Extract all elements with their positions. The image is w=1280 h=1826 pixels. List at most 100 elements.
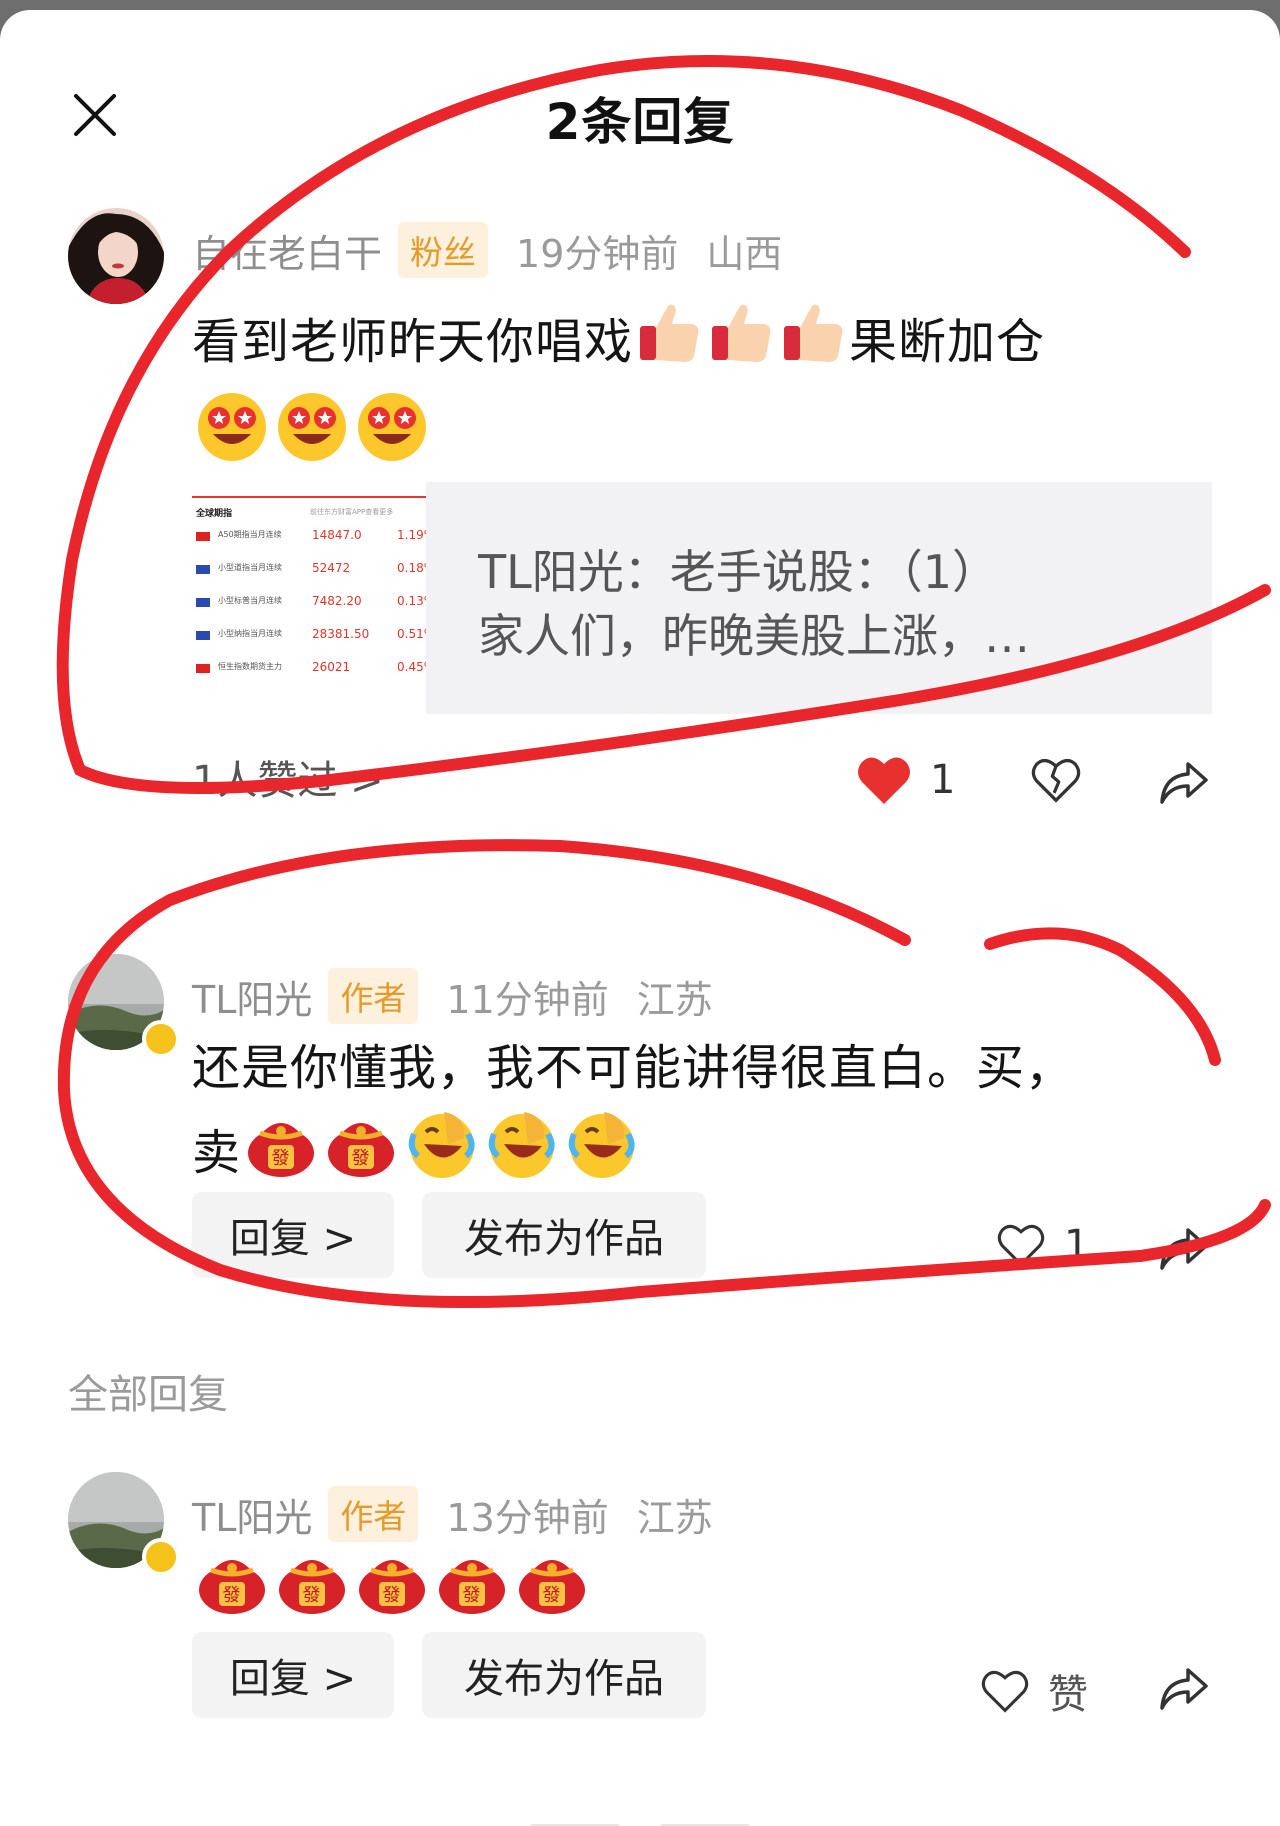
like-button[interactable]: 1: [996, 1222, 1089, 1268]
comment-meta: TL阳光 作者 11分钟前 江苏: [192, 968, 713, 1024]
thumb-row-pct: 0.45%: [397, 660, 426, 674]
like-count: 1: [930, 757, 956, 803]
thumb-row-value: 26021: [312, 660, 351, 674]
thumb-row-name: 小型标普当月连续: [218, 596, 282, 605]
thumbs-up-icon: [780, 300, 846, 390]
quoted-post-card[interactable]: 全球期指 前往东方财富APP查看更多 A50期指当月连续 14847.0 1.19%…: [192, 482, 1212, 714]
share-icon: [1160, 762, 1208, 804]
share-icon: [1160, 1668, 1208, 1710]
username[interactable]: TL阳光: [192, 969, 312, 1024]
publish-as-work-button[interactable]: 发布为作品: [422, 1192, 706, 1278]
thumb-row-value: 52472: [312, 561, 351, 575]
laughing-crying-face-icon: [484, 1108, 558, 1204]
thumb-row: A50期指当月连续 14847.0 1.19%: [192, 522, 426, 552]
sheet-title: 2条回复: [545, 93, 735, 151]
quoted-post-thumbnail: 全球期指 前往东方财富APP查看更多 A50期指当月连续 14847.0 1.19%…: [192, 482, 426, 714]
thumb-row: 小型标普当月连续 7482.20 0.13%: [192, 588, 426, 618]
thumb-row: 恒生指数期货主力 26021 0.45%: [192, 654, 426, 684]
thumb-row-name: A50期指当月连续: [218, 530, 282, 539]
star-struck-face-icon: [275, 390, 349, 488]
region: 山西: [706, 231, 783, 276]
thumb-header-note: 前往东方财富APP查看更多: [310, 508, 394, 516]
heart-outline-icon: [981, 1670, 1029, 1713]
thumb-row-value: 14847.0: [312, 528, 362, 542]
reply-button[interactable]: 回复 >: [192, 1632, 394, 1718]
thumb-row-name: 小型纳指当月连续: [218, 629, 282, 638]
likes-summary[interactable]: 1人赞过 >: [192, 748, 384, 806]
star-struck-face-icon: [355, 390, 429, 488]
reply-sheet: 2条回复 自在老白干 粉丝 19分钟前 山西 看到老师昨天你唱戏 果断加仓 全球…: [0, 10, 1280, 1826]
svg-text:發: 發: [272, 1148, 291, 1169]
comment-text-line2: 卖: [192, 1125, 242, 1181]
thumb-row-value: 28381.50: [312, 627, 370, 641]
reply-button[interactable]: 回复 >: [192, 1192, 394, 1278]
thumb-row-name: 小型道指当月连续: [218, 563, 282, 572]
thumb-row-value: 7482.20: [312, 594, 362, 608]
thumb-row-pct: 1.19%: [397, 528, 426, 542]
svg-text:發: 發: [383, 1585, 402, 1606]
star-struck-face-icon: [195, 390, 269, 488]
thumbs-up-icon: [708, 300, 774, 390]
like-button[interactable]: 赞: [980, 1662, 1088, 1720]
svg-text:發: 發: [463, 1585, 482, 1606]
money-bag-icon: 發: [275, 1546, 349, 1640]
flag-icon: [196, 631, 210, 640]
comment-meta: 自在老白干 粉丝 19分钟前 山西: [192, 222, 782, 278]
broken-heart-icon: [1031, 759, 1081, 803]
thumb-row-pct: 0.18%: [397, 561, 426, 575]
laughing-crying-face-icon: [564, 1108, 638, 1204]
money-bag-icon: 發: [515, 1546, 589, 1640]
svg-text:發: 發: [352, 1148, 371, 1169]
verified-badge-icon: [142, 1538, 180, 1576]
heart-filled-icon: [858, 757, 910, 804]
share-button[interactable]: [1158, 758, 1210, 806]
quoted-post-line1: TL阳光：老手说股：（1）: [478, 545, 998, 599]
money-bag-icon: 發: [244, 1109, 318, 1203]
thumbs-up-icon: [636, 300, 702, 390]
publish-as-work-button[interactable]: 发布为作品: [422, 1632, 706, 1718]
region: 江苏: [636, 977, 713, 1022]
like-button[interactable]: 1: [856, 754, 955, 806]
money-bag-icon: 發: [195, 1546, 269, 1640]
comment-text: 發發發發發: [192, 1546, 1162, 1640]
all-replies-label: 全部回复: [68, 1372, 228, 1418]
money-bag-icon: 發: [435, 1546, 509, 1640]
avatar[interactable]: [68, 208, 164, 304]
region: 江苏: [636, 1495, 713, 1540]
svg-text:發: 發: [223, 1585, 242, 1606]
laughing-crying-face-icon: [404, 1108, 478, 1204]
comment-text: 看到老师昨天你唱戏 果断加仓: [192, 300, 1162, 488]
thumb-header: 全球期指: [196, 509, 233, 519]
thumb-tabs: [192, 482, 426, 498]
username[interactable]: TL阳光: [192, 1487, 312, 1542]
svg-text:發: 發: [303, 1585, 322, 1606]
fan-badge: 粉丝: [398, 222, 489, 278]
thumb-row-pct: 0.13%: [397, 594, 426, 608]
dislike-button[interactable]: [1030, 756, 1082, 804]
svg-text:發: 發: [543, 1585, 562, 1606]
like-count: 1: [1064, 1222, 1090, 1268]
quoted-post-line2: 家人们，昨晚美股上涨，…: [478, 609, 1030, 663]
like-label: 赞: [1048, 1672, 1088, 1718]
share-icon: [1160, 1228, 1208, 1270]
username[interactable]: 自在老白干: [192, 223, 382, 278]
thumb-row: 小型道指当月连续 52472 0.18%: [192, 555, 426, 585]
share-button[interactable]: [1158, 1664, 1210, 1712]
comment-text-line1: 还是你懂我，我不可能讲得很直白。买，: [192, 1040, 1075, 1096]
comment-text: 还是你懂我，我不可能讲得很直白。买， 卖 發 發: [192, 1028, 1162, 1204]
money-bag-icon: 發: [324, 1109, 398, 1203]
money-bag-icon: 發: [355, 1546, 429, 1640]
comment-meta: TL阳光 作者 13分钟前 江苏: [192, 1486, 713, 1542]
flag-icon: [196, 565, 210, 574]
comment-text-part2: 果断加仓: [849, 314, 1046, 370]
comment-text-part1: 看到老师昨天你唱戏: [192, 314, 634, 370]
flag-icon: [196, 598, 210, 607]
timestamp: 11分钟前: [446, 977, 609, 1022]
verified-badge-icon: [142, 1020, 180, 1058]
share-button[interactable]: [1158, 1224, 1210, 1272]
author-badge: 作者: [328, 1486, 419, 1542]
heart-outline-icon: [997, 1224, 1045, 1267]
timestamp: 19分钟前: [516, 231, 679, 276]
flag-icon: [196, 664, 210, 673]
timestamp: 13分钟前: [446, 1495, 609, 1540]
